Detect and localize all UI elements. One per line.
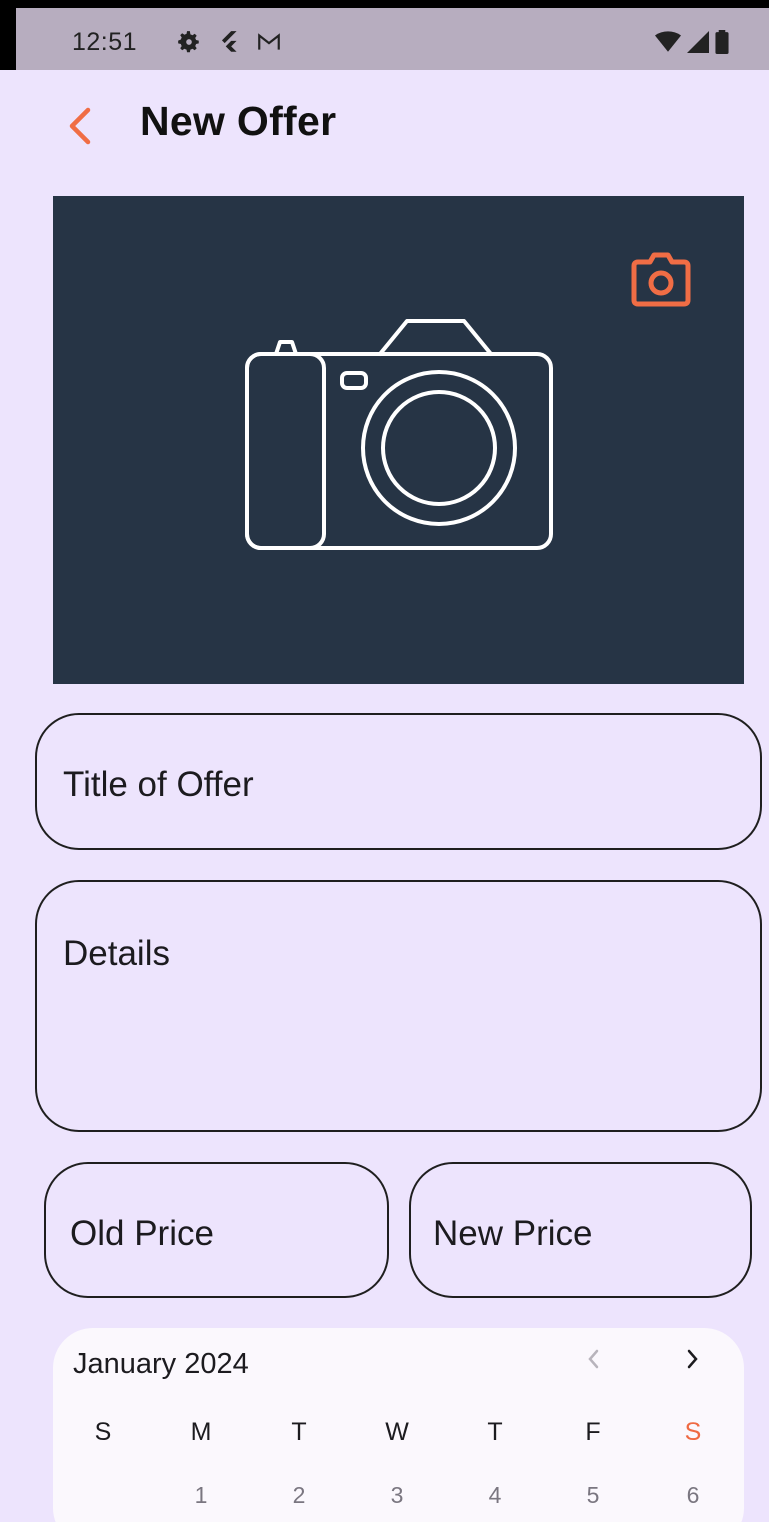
page-title: New Offer bbox=[140, 98, 337, 144]
weekday-label: S bbox=[94, 1418, 112, 1446]
chevron-left-icon bbox=[69, 107, 91, 145]
weekday-label: W bbox=[385, 1418, 409, 1446]
calendar-day[interactable]: 5 bbox=[573, 1482, 613, 1509]
status-system-icons bbox=[655, 30, 729, 54]
settings-icon bbox=[178, 31, 199, 53]
previous-month-button[interactable] bbox=[583, 1346, 603, 1379]
title-field[interactable]: Title of Offer bbox=[35, 713, 762, 850]
battery-icon bbox=[715, 30, 729, 54]
next-month-button[interactable] bbox=[683, 1346, 703, 1379]
old-price-field[interactable]: Old Price bbox=[44, 1162, 389, 1298]
title-field-placeholder: Title of Offer bbox=[63, 765, 254, 804]
old-price-placeholder: Old Price bbox=[70, 1214, 214, 1253]
details-field-placeholder: Details bbox=[63, 934, 170, 973]
gmail-icon bbox=[258, 33, 280, 50]
calendar-day[interactable]: 6 bbox=[673, 1482, 713, 1509]
take-photo-button[interactable] bbox=[630, 252, 692, 308]
calendar-day[interactable]: 2 bbox=[279, 1482, 319, 1509]
date-picker-calendar: January 2024 S M T W T F S 1 2 3 4 5 6 bbox=[53, 1328, 744, 1522]
status-time: 12:51 bbox=[72, 28, 138, 56]
chevron-right-icon bbox=[687, 1349, 698, 1369]
flutter-icon bbox=[221, 31, 237, 52]
weekday-label: T bbox=[487, 1418, 503, 1446]
calendar-day[interactable]: 4 bbox=[475, 1482, 515, 1509]
weekday-label: T bbox=[291, 1418, 307, 1446]
new-price-placeholder: New Price bbox=[433, 1214, 593, 1253]
calendar-month-label: January 2024 bbox=[73, 1348, 249, 1380]
camera-placeholder-icon bbox=[245, 319, 553, 550]
app-bar: New Offer bbox=[16, 70, 769, 180]
camera-icon bbox=[631, 252, 691, 307]
calendar-day[interactable]: 1 bbox=[181, 1482, 221, 1509]
details-field[interactable]: Details bbox=[35, 880, 762, 1132]
back-button[interactable] bbox=[62, 106, 98, 146]
status-bar: 12:51 bbox=[0, 0, 769, 70]
new-price-field[interactable]: New Price bbox=[409, 1162, 752, 1298]
calendar-week-row: 1 2 3 4 5 6 bbox=[53, 1482, 744, 1522]
signal-icon bbox=[687, 31, 709, 53]
chevron-left-icon bbox=[588, 1349, 599, 1369]
weekday-label: S bbox=[684, 1418, 702, 1446]
wifi-icon bbox=[655, 31, 681, 52]
weekday-label: F bbox=[585, 1418, 601, 1446]
offer-image-area[interactable] bbox=[53, 196, 744, 684]
status-notification-icons bbox=[176, 29, 282, 55]
calendar-day[interactable]: 3 bbox=[377, 1482, 417, 1509]
weekday-label: M bbox=[190, 1418, 212, 1446]
weekday-header-row: S M T W T F S bbox=[53, 1418, 744, 1458]
